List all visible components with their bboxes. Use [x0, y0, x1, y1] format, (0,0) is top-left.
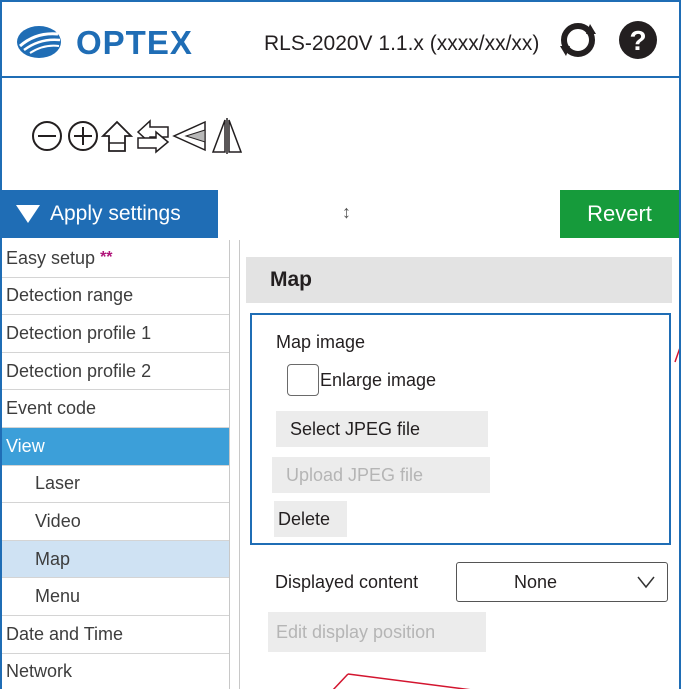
version-text: RLS-2020V 1.1.x (xxxx/xx/xx) — [264, 32, 540, 55]
apply-settings-button[interactable]: Apply settings — [2, 190, 218, 238]
sidebar-item-date-and-time[interactable]: Date and Time — [2, 616, 229, 654]
zoom-out-icon[interactable] — [30, 118, 64, 154]
sidebar-item-menu[interactable]: Menu — [2, 578, 229, 616]
logo-text: OPTEX — [76, 24, 193, 61]
triangle-down-icon — [16, 205, 40, 223]
edit-display-position-button[interactable]: Edit display position — [268, 612, 486, 652]
sidebar-item-laser[interactable]: Laser — [2, 466, 229, 504]
sidebar-item-detection-range[interactable]: Detection range — [2, 278, 229, 316]
app-window: OPTEX RLS-2020V 1.1.x (xxxx/xx/xx) ? App… — [0, 0, 681, 689]
svg-text:?: ? — [629, 25, 646, 56]
refresh-icon[interactable] — [558, 20, 598, 60]
chevron-down-icon — [637, 576, 655, 589]
sidebar-item-video[interactable]: Video — [2, 503, 229, 541]
angle-icon[interactable] — [172, 118, 206, 154]
required-marker: ** — [100, 249, 113, 267]
upload-jpeg-button[interactable]: Upload JPEG file — [272, 457, 490, 493]
displayed-content-select[interactable]: None — [456, 562, 668, 602]
select-jpeg-button[interactable]: Select JPEG file — [276, 411, 488, 447]
sidebar-item-map[interactable]: Map — [2, 540, 229, 579]
displayed-content-label: Displayed content — [275, 572, 419, 592]
sidebar-item-event-code[interactable]: Event code — [2, 390, 229, 428]
map-image-group: Map image Enlarge image Select JPEG file… — [250, 313, 671, 545]
sidebar-item-label: Easy setup — [6, 247, 96, 268]
optex-logo: OPTEX — [17, 24, 193, 61]
home-icon[interactable] — [100, 118, 134, 154]
resize-handle[interactable]: ↕ — [342, 202, 351, 223]
mirror-icon[interactable] — [210, 118, 244, 154]
zoom-in-icon[interactable] — [66, 118, 100, 154]
help-icon[interactable]: ? — [618, 20, 658, 60]
header: OPTEX RLS-2020V 1.1.x (xxxx/xx/xx) ? — [2, 2, 679, 78]
delete-button[interactable]: Delete — [274, 501, 347, 537]
displayed-content-value: None — [514, 572, 558, 592]
revert-button[interactable]: Revert — [560, 190, 679, 238]
main-panel: Map Map image Enlarge image Select JPEG … — [242, 240, 679, 689]
sidebar-item-view[interactable]: View — [2, 427, 229, 466]
sidebar-scrollbar[interactable] — [231, 240, 240, 689]
sidebar-item-network[interactable]: Network — [2, 654, 229, 689]
view-toolbar — [2, 78, 679, 190]
sidebar-item-detection-profile-2[interactable]: Detection profile 2 — [2, 353, 229, 391]
map-image-title: Map image — [276, 332, 366, 352]
enlarge-image-checkbox[interactable] — [287, 364, 319, 396]
section-title: Map — [246, 257, 672, 303]
sidebar-nav: Easy setup ** Detection range Detection … — [2, 240, 230, 689]
enlarge-image-label: Enlarge image — [320, 370, 437, 390]
apply-bar: Apply settings ↕ Revert — [2, 190, 679, 238]
apply-settings-label: Apply settings — [50, 202, 181, 225]
sidebar-item-easy-setup[interactable]: Easy setup ** — [2, 240, 229, 278]
sidebar-item-detection-profile-1[interactable]: Detection profile 1 — [2, 315, 229, 353]
swap-arrows-icon[interactable] — [136, 118, 170, 154]
